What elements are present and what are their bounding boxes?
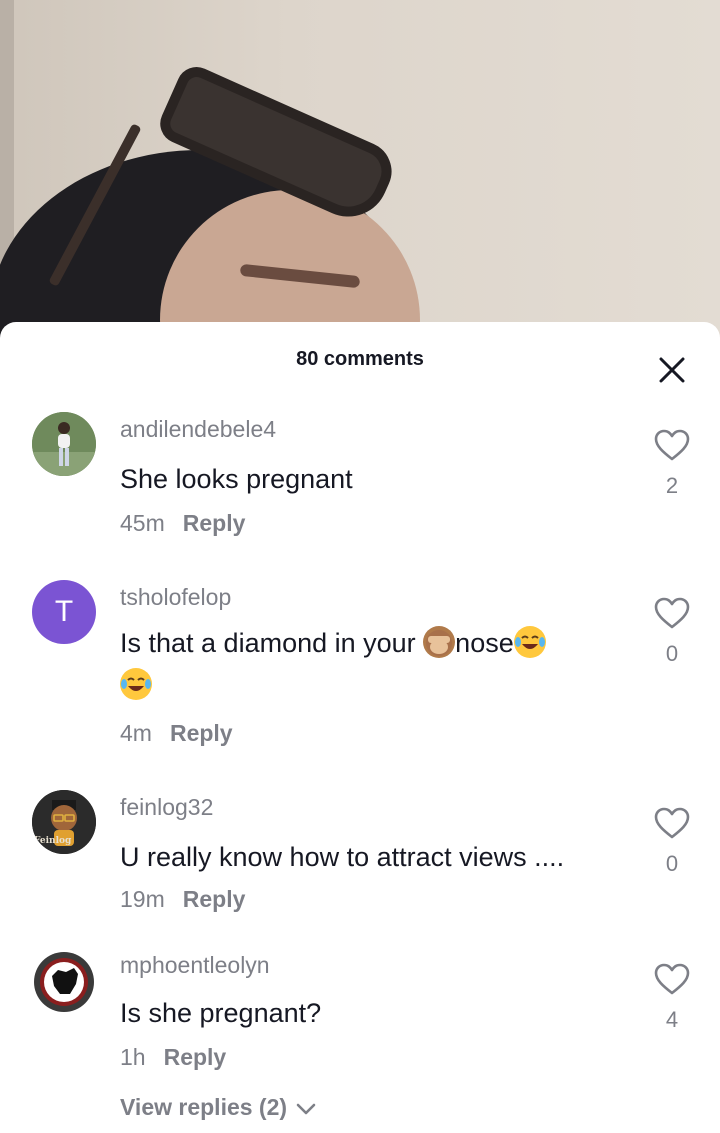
comment-text: U really know how to attract views .... <box>120 842 565 872</box>
reply-button[interactable]: Reply <box>183 886 246 912</box>
tears-of-joy-emoji-icon <box>120 668 152 700</box>
comment-text: Is that a diamond in your nose <box>120 622 620 706</box>
comment-time: 19m <box>120 886 165 912</box>
close-icon <box>659 357 685 383</box>
avatar[interactable] <box>32 412 96 476</box>
see-no-evil-monkey-emoji-icon <box>423 626 456 658</box>
tears-of-joy-emoji-icon <box>513 626 546 658</box>
comment-text-part: nose <box>455 628 514 658</box>
heart-icon <box>654 963 690 995</box>
like-button[interactable]: 0 <box>648 596 696 667</box>
like-button[interactable]: 4 <box>648 962 696 1033</box>
chevron-down-icon <box>297 1103 316 1115</box>
like-count: 0 <box>665 851 679 876</box>
comment-text: She looks pregnant <box>120 464 353 494</box>
comment-meta: 4m Reply <box>120 720 233 747</box>
photo-avatar-icon <box>32 412 96 476</box>
reply-button[interactable]: Reply <box>164 1044 227 1070</box>
avatar[interactable]: T <box>32 580 96 644</box>
like-button[interactable]: 2 <box>648 428 696 499</box>
comment-time: 45m <box>120 510 165 536</box>
reply-button[interactable]: Reply <box>183 510 246 536</box>
view-replies-label: View replies (2) <box>120 1094 288 1120</box>
view-replies-button[interactable]: View replies (2) <box>120 1094 317 1121</box>
comment-meta: 1h Reply <box>120 1044 226 1071</box>
comment-meta: 19m Reply <box>120 886 245 913</box>
comment-username[interactable]: feinlog32 <box>120 794 213 821</box>
comment-text-part: Is that a diamond in your <box>120 628 424 658</box>
video-background[interactable] <box>0 0 720 340</box>
heart-icon <box>654 807 690 839</box>
avatar[interactable]: Feinlog <box>32 790 96 854</box>
comments-sheet: 80 comments andilendebele4 She looks pre… <box>0 322 720 1133</box>
like-count: 0 <box>665 641 679 666</box>
comments-count-title: 80 comments <box>296 348 424 370</box>
comment-username[interactable]: tsholofelop <box>120 584 231 611</box>
like-button[interactable]: 0 <box>648 806 696 877</box>
comment-username[interactable]: andilendebele4 <box>120 416 276 443</box>
comment-time: 4m <box>120 720 152 746</box>
comment-username[interactable]: mphoentleolyn <box>120 952 270 979</box>
heart-icon <box>654 597 690 629</box>
avatar-logo-text: Feinlog <box>34 836 72 846</box>
comment-meta: 45m Reply <box>120 510 245 537</box>
fist-avatar-icon <box>34 952 94 1012</box>
heart-icon <box>654 429 690 461</box>
comment-time: 1h <box>120 1044 146 1070</box>
reply-button[interactable]: Reply <box>170 720 233 746</box>
comment-text: Is she pregnant? <box>120 998 322 1028</box>
avatar[interactable] <box>32 950 96 1014</box>
avatar-letter: T <box>54 595 74 628</box>
close-button[interactable] <box>652 350 692 390</box>
like-count: 2 <box>665 473 679 498</box>
like-count: 4 <box>665 1007 679 1032</box>
